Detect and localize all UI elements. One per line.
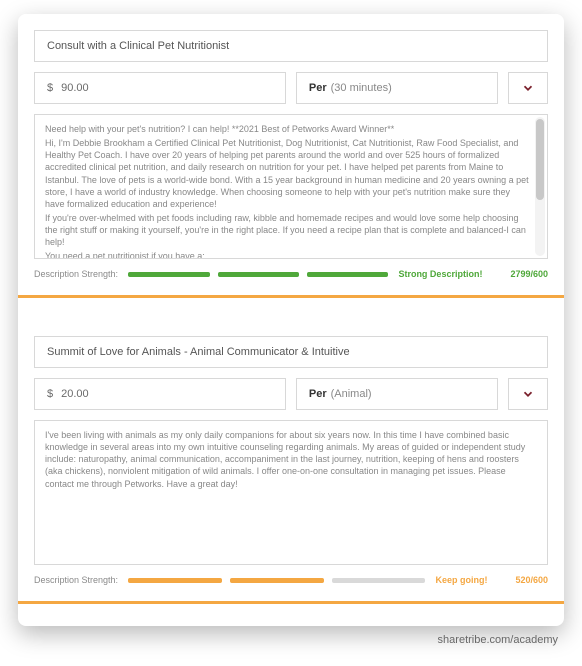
listing-card: Consult with a Clinical Pet Nutritionist… <box>18 14 564 298</box>
cards-container: Consult with a Clinical Pet Nutritionist… <box>18 14 564 626</box>
description-wrapper: I've been living with animals as my only… <box>34 420 548 565</box>
desc-line: Need help with your pet's nutrition? I c… <box>45 123 531 135</box>
price-input[interactable]: $ 90.00 <box>34 72 286 104</box>
price-input[interactable]: $ 20.00 <box>34 378 286 410</box>
description-textarea[interactable]: Need help with your pet's nutrition? I c… <box>34 114 548 259</box>
per-select[interactable]: Per (Animal) <box>296 378 498 410</box>
currency-symbol: $ <box>47 82 53 94</box>
strength-bar <box>230 578 324 583</box>
strength-bars <box>128 578 425 583</box>
expand-button[interactable] <box>508 72 548 104</box>
chevron-down-icon <box>521 387 535 401</box>
strength-label: Description Strength: <box>34 575 118 585</box>
char-count: 2799/600 <box>510 269 548 279</box>
listing-card: Summit of Love for Animals - Animal Comm… <box>18 320 564 604</box>
description-wrapper: Need help with your pet's nutrition? I c… <box>34 114 548 259</box>
title-input[interactable]: Consult with a Clinical Pet Nutritionist <box>34 30 548 62</box>
per-label: Per <box>309 82 327 94</box>
desc-line: You need a pet nutritionist if you have … <box>45 250 531 259</box>
desc-line: If you're over-whelmed with pet foods in… <box>45 212 531 248</box>
strength-message: Strong Description! <box>398 269 482 279</box>
expand-button[interactable] <box>508 378 548 410</box>
strength-message: Keep going! <box>435 575 487 585</box>
per-value: (30 minutes) <box>331 82 392 94</box>
scrollbar-track[interactable] <box>535 117 545 256</box>
price-value: 20.00 <box>61 388 89 400</box>
desc-line: I've been living with animals as my only… <box>45 429 531 490</box>
strength-bar <box>218 272 299 277</box>
per-select[interactable]: Per (30 minutes) <box>296 72 498 104</box>
char-count: 520/600 <box>515 575 548 585</box>
strength-bar <box>128 272 209 277</box>
strength-bar <box>332 578 426 583</box>
price-value: 90.00 <box>61 82 89 94</box>
strength-bar <box>128 578 222 583</box>
footer-link[interactable]: sharetribe.com/academy <box>18 626 564 646</box>
per-label: Per <box>309 388 327 400</box>
strength-label: Description Strength: <box>34 269 118 279</box>
desc-line: Hi, I'm Debbie Brookham a Certified Clin… <box>45 137 531 210</box>
currency-symbol: $ <box>47 388 53 400</box>
strength-bar <box>307 272 388 277</box>
description-textarea[interactable]: I've been living with animals as my only… <box>34 420 548 565</box>
strength-row: Description Strength: Keep going! 520/60… <box>34 575 548 585</box>
chevron-down-icon <box>521 81 535 95</box>
title-input[interactable]: Summit of Love for Animals - Animal Comm… <box>34 336 548 368</box>
strength-row: Description Strength: Strong Description… <box>34 269 548 279</box>
scrollbar-thumb[interactable] <box>536 119 544 200</box>
strength-bars <box>128 272 388 277</box>
per-value: (Animal) <box>331 388 372 400</box>
